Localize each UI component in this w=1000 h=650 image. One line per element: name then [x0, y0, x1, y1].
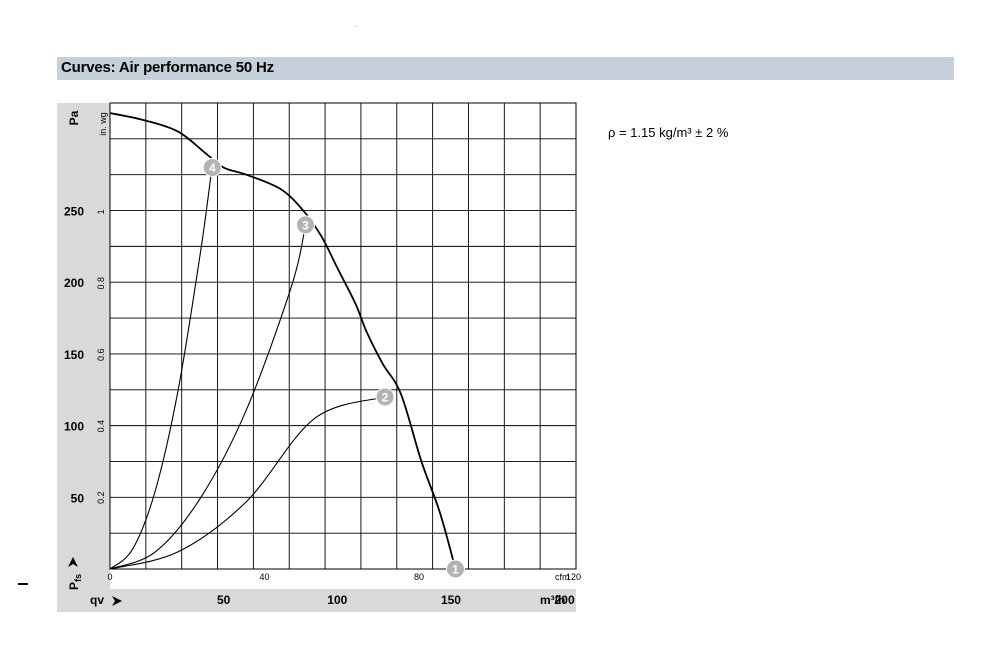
y-tick-inwg: 0.2 — [96, 491, 106, 504]
operating-point-label: 4 — [209, 161, 216, 175]
y-unit-inwg: in. wg — [98, 112, 108, 136]
x-tick-m3h: 50 — [217, 593, 231, 607]
x-axis-label: qv — [90, 593, 104, 607]
x-tick-m3h: 100 — [327, 593, 347, 607]
x-tick-cfm: 80 — [414, 572, 424, 582]
y-axis-band — [57, 103, 110, 589]
operating-point-label: 3 — [302, 218, 309, 232]
y-tick-pa: 50 — [71, 491, 85, 505]
x-tick-cfm: 0 — [107, 572, 112, 582]
plot-area — [109, 102, 577, 570]
operating-point-label: 1 — [452, 563, 459, 577]
x-unit-cfm: cfm — [555, 572, 570, 582]
air-performance-chart: 1234 501001502002500.20.40.60.8150 100 150… — [57, 102, 581, 612]
y-tick-inwg: 0.6 — [96, 348, 106, 361]
y-tick-pa: 200 — [64, 276, 84, 290]
y-tick-inwg: 1 — [96, 209, 106, 214]
y-tick-pa: 150 — [64, 348, 84, 362]
y-tick-inwg: 0.4 — [96, 420, 106, 433]
y-unit-pa: Pa — [67, 110, 81, 125]
y-tick-pa: 100 — [64, 420, 84, 434]
x-axis-band — [57, 589, 576, 612]
y-tick-inwg: 0.8 — [96, 277, 106, 290]
x-tick-m3h: 150 — [441, 593, 461, 607]
operating-point-label: 2 — [382, 390, 389, 404]
x-unit-m3h: m³/h — [540, 593, 565, 607]
x-tick-cfm: 40 — [259, 572, 269, 582]
y-tick-pa: 250 — [64, 205, 84, 219]
